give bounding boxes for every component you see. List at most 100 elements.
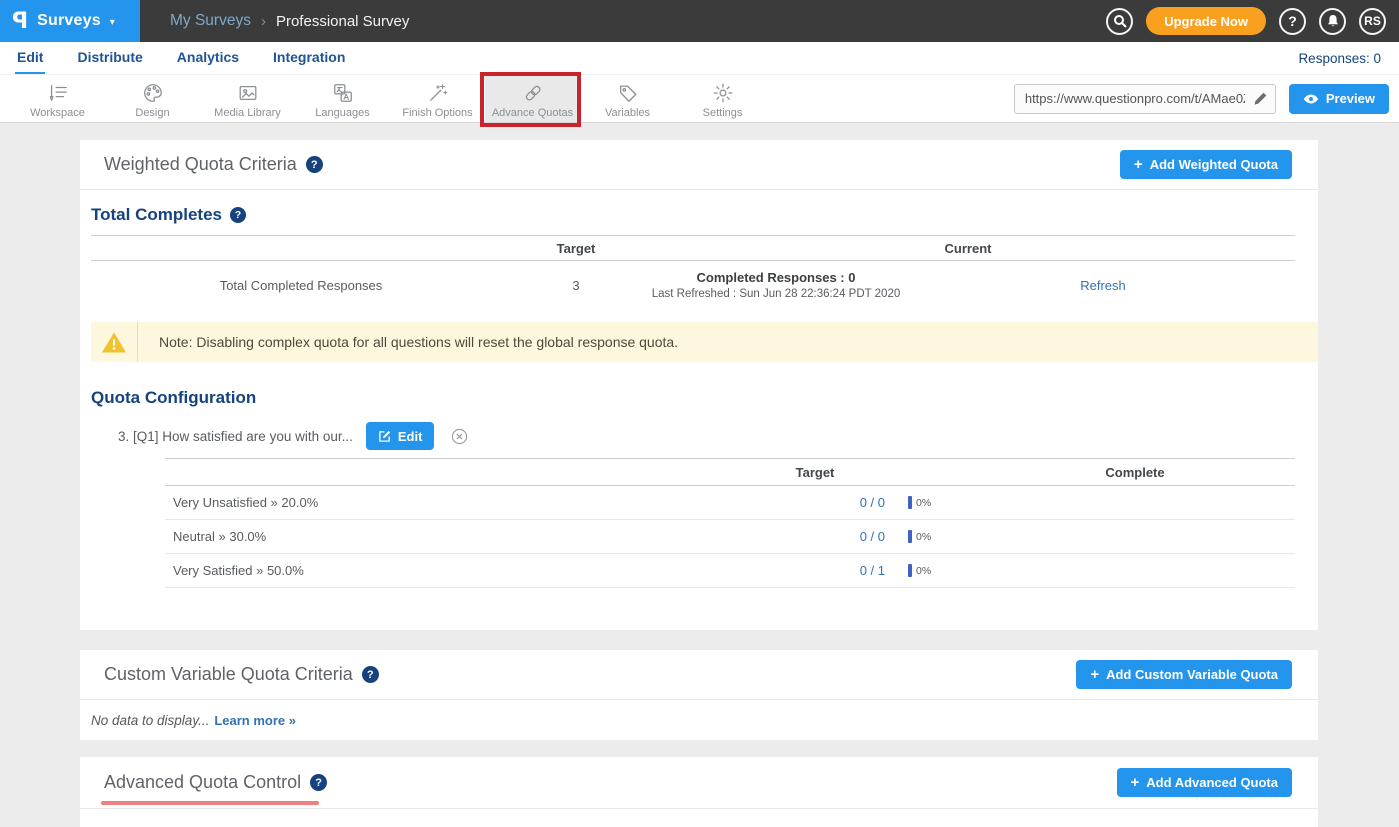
finish-options-icon [427, 82, 449, 104]
breadcrumb-separator-icon: › [261, 13, 266, 30]
preview-label: Preview [1326, 91, 1375, 106]
topbar: P Surveys ▾ My Surveys › Professional Su… [0, 0, 1399, 42]
completed-responses-value: Completed Responses : 0 [641, 270, 911, 285]
bell-icon [1326, 14, 1340, 28]
survey-url-input[interactable] [1014, 84, 1276, 114]
custom-variable-quota-card: Custom Variable Quota Criteria ? + Add C… [80, 650, 1318, 740]
edit-url-pencil-icon[interactable] [1253, 91, 1268, 106]
progress-bar [908, 496, 912, 509]
toolbar-item-languages[interactable]: Languages [295, 75, 390, 122]
target-value: 3 [511, 278, 641, 293]
toolbar-label: Variables [605, 107, 650, 119]
surveys-menu[interactable]: P Surveys ▾ [0, 0, 140, 42]
plus-icon: + [1134, 157, 1143, 172]
variables-icon [617, 82, 639, 104]
toolbar-label: Finish Options [402, 107, 472, 119]
avatar[interactable]: RS [1359, 8, 1386, 35]
questionpro-logo: P [12, 9, 28, 34]
quota-table: Target Complete Very Unsatisfied » 20.0%… [165, 458, 1295, 588]
total-completes-table: Target Current Total Completed Responses… [91, 235, 1295, 310]
toolbar-item-variables[interactable]: Variables [580, 75, 675, 122]
toolbar-item-media-library[interactable]: Media Library [200, 75, 295, 122]
breadcrumb-current: Professional Survey [276, 13, 409, 30]
languages-icon [332, 82, 354, 104]
help-icon[interactable]: ? [230, 207, 246, 223]
breadcrumb: My Surveys › Professional Survey [170, 12, 409, 30]
add-weighted-quota-button[interactable]: + Add Weighted Quota [1120, 150, 1292, 179]
avatar-initials: RS [1364, 14, 1381, 28]
empty-state-text: No data to display... [91, 713, 209, 728]
progress-bar [908, 564, 912, 577]
percent-label: 0% [916, 565, 931, 577]
eye-icon [1303, 93, 1319, 105]
add-custom-variable-quota-button[interactable]: + Add Custom Variable Quota [1076, 660, 1292, 689]
settings-icon [712, 82, 734, 104]
toolbar-label: Design [135, 107, 169, 119]
plus-icon: + [1090, 667, 1099, 682]
toolbar-item-design[interactable]: Design [105, 75, 200, 122]
help-icon[interactable]: ? [306, 156, 323, 173]
toolbar-label: Workspace [30, 107, 85, 119]
tab-edit[interactable]: Edit [15, 42, 45, 74]
toolbar-item-advance-quotas[interactable]: Advance Quotas [485, 75, 580, 122]
help-icon[interactable]: ? [310, 774, 327, 791]
remove-question-icon[interactable] [451, 428, 468, 445]
media-library-icon [237, 82, 259, 104]
percent-label: 0% [916, 497, 931, 509]
option-label: Very Satisfied » 50.0% [165, 563, 745, 578]
search-icon [1113, 14, 1127, 28]
toolbar-label: Advance Quotas [492, 107, 573, 119]
toolbar-item-settings[interactable]: Settings [675, 75, 770, 122]
help-icon[interactable]: ? [362, 666, 379, 683]
target-count: 0 / 1 [745, 563, 885, 578]
edit-question-button[interactable]: Edit [366, 422, 435, 450]
responses-count: Responses: 0 [1298, 42, 1399, 74]
percent-label: 0% [916, 531, 931, 543]
help-button[interactable]: ? [1279, 8, 1306, 35]
quota-row: Very Satisfied » 50.0% 0 / 1 0% [165, 554, 1295, 588]
plus-icon: + [1131, 775, 1140, 790]
refresh-link[interactable]: Refresh [1080, 278, 1126, 293]
toolbar-label: Settings [703, 107, 743, 119]
weighted-quota-card: Weighted Quota Criteria ? + Add Weighted… [80, 140, 1318, 630]
red-annotation-underline [101, 801, 319, 805]
learn-more-link[interactable]: Learn more » [214, 713, 296, 728]
row-label: Total Completed Responses [91, 278, 511, 293]
column-header-current: Current [641, 241, 1295, 256]
option-label: Very Unsatisfied » 20.0% [165, 495, 745, 510]
column-header-complete: Complete [975, 465, 1295, 480]
warning-banner: Note: Disabling complex quota for all qu… [91, 322, 1318, 362]
quota-row: Very Unsatisfied » 20.0% 0 / 0 0% [165, 486, 1295, 520]
workspace-icon [47, 82, 69, 104]
quota-row: Neutral » 30.0% 0 / 0 0% [165, 520, 1295, 554]
question-label: 3. [Q1] How satisfied are you with our..… [118, 429, 353, 444]
warning-text: Note: Disabling complex quota for all qu… [138, 334, 678, 350]
progress-bar [908, 530, 912, 543]
toolbar-label: Media Library [214, 107, 281, 119]
add-advanced-quota-button[interactable]: + Add Advanced Quota [1117, 768, 1292, 797]
warning-icon [101, 331, 127, 354]
breadcrumb-my-surveys[interactable]: My Surveys [170, 12, 251, 30]
advanced-quota-card: Advanced Quota Control ? + Add Advanced … [80, 757, 1318, 827]
caret-down-icon: ▾ [110, 17, 115, 28]
tab-analytics[interactable]: Analytics [175, 42, 241, 74]
notifications-button[interactable] [1319, 8, 1346, 35]
surveys-menu-label: Surveys [37, 12, 101, 30]
tab-integration[interactable]: Integration [271, 42, 347, 74]
toolbar-item-finish-options[interactable]: Finish Options [390, 75, 485, 122]
toolbar-item-workspace[interactable]: Workspace [10, 75, 105, 122]
main-content: Weighted Quota Criteria ? + Add Weighted… [0, 123, 1399, 827]
upgrade-now-button[interactable]: Upgrade Now [1146, 7, 1266, 35]
topbar-actions: Upgrade Now ? RS [1106, 7, 1399, 35]
edit-toolbar: Workspace Design Media Library Languages… [0, 75, 1399, 123]
tab-distribute[interactable]: Distribute [75, 42, 144, 74]
survey-tabs: Edit Distribute Analytics Integration Re… [0, 42, 1399, 75]
toolbar-label: Languages [315, 107, 369, 119]
weighted-quota-title: Weighted Quota Criteria ? [104, 154, 323, 175]
search-button[interactable] [1106, 8, 1133, 35]
preview-button[interactable]: Preview [1289, 84, 1389, 114]
question-row: 3. [Q1] How satisfied are you with our..… [118, 422, 1318, 450]
target-count: 0 / 0 [745, 495, 885, 510]
quota-configuration-heading: Quota Configuration [91, 388, 1318, 408]
option-label: Neutral » 30.0% [165, 529, 745, 544]
